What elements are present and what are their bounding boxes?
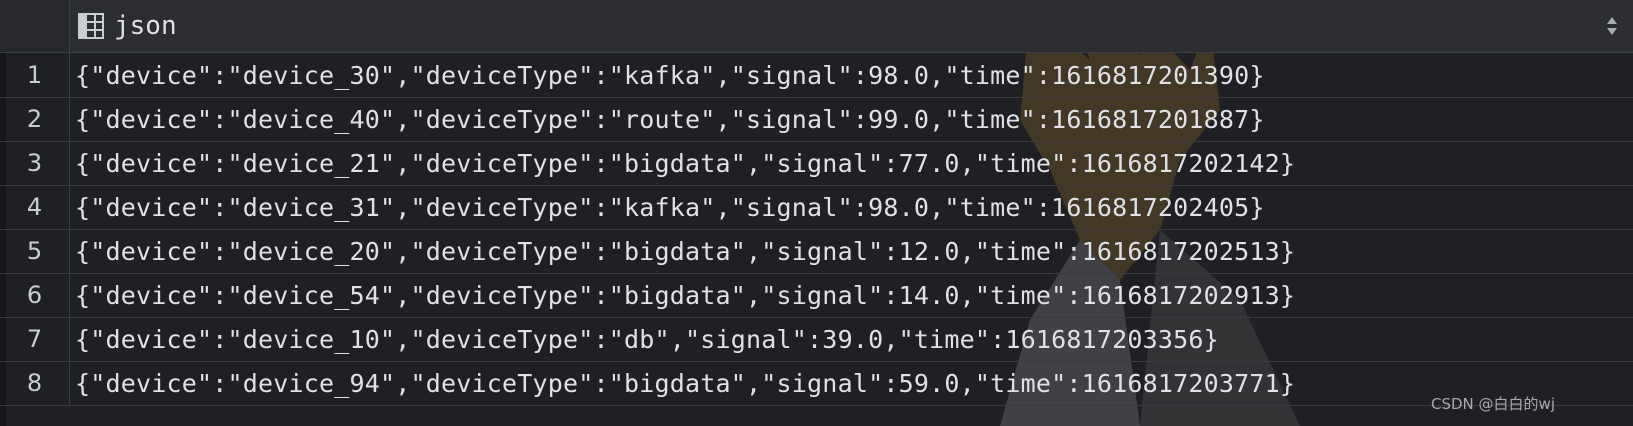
sort-arrows-icon[interactable] <box>1605 15 1619 37</box>
json-cell[interactable]: {"device":"device_40","deviceType":"rout… <box>75 97 1265 141</box>
row-number: 8 <box>0 361 70 405</box>
table-row[interactable]: 8 {"device":"device_94","deviceType":"bi… <box>0 361 1633 406</box>
column-name: json <box>114 11 177 41</box>
json-cell[interactable]: {"device":"device_31","deviceType":"kafk… <box>75 185 1265 229</box>
row-number: 7 <box>0 317 70 361</box>
json-cell[interactable]: {"device":"device_21","deviceType":"bigd… <box>75 141 1295 185</box>
table-row[interactable]: 7 {"device":"device_10","deviceType":"db… <box>0 317 1633 362</box>
result-grid: json 1 {"device":"device_30","deviceType… <box>0 0 1633 426</box>
json-cell[interactable]: {"device":"device_94","deviceType":"bigd… <box>75 361 1295 405</box>
watermark: CSDN @白白的wj <box>1431 395 1555 413</box>
table-row[interactable]: 1 {"device":"device_30","deviceType":"ka… <box>0 53 1633 98</box>
row-number: 4 <box>0 185 70 229</box>
row-number: 1 <box>0 53 70 97</box>
row-number: 5 <box>0 229 70 273</box>
json-cell[interactable]: {"device":"device_10","deviceType":"db",… <box>75 317 1219 361</box>
grid-header: json <box>0 0 1633 53</box>
row-number: 6 <box>0 273 70 317</box>
column-header-json[interactable]: json <box>70 0 177 52</box>
json-cell[interactable]: {"device":"device_30","deviceType":"kafk… <box>75 53 1265 97</box>
table-row[interactable]: 5 {"device":"device_20","deviceType":"bi… <box>0 229 1633 274</box>
table-row[interactable]: 3 {"device":"device_21","deviceType":"bi… <box>0 141 1633 186</box>
row-number: 2 <box>0 97 70 141</box>
table-column-icon <box>78 13 104 39</box>
json-cell[interactable]: {"device":"device_54","deviceType":"bigd… <box>75 273 1295 317</box>
table-row[interactable]: 4 {"device":"device_31","deviceType":"ka… <box>0 185 1633 230</box>
table-row[interactable]: 2 {"device":"device_40","deviceType":"ro… <box>0 97 1633 142</box>
row-number-header[interactable] <box>0 0 70 52</box>
json-cell[interactable]: {"device":"device_20","deviceType":"bigd… <box>75 229 1295 273</box>
table-row[interactable]: 6 {"device":"device_54","deviceType":"bi… <box>0 273 1633 318</box>
row-number: 3 <box>0 141 70 185</box>
